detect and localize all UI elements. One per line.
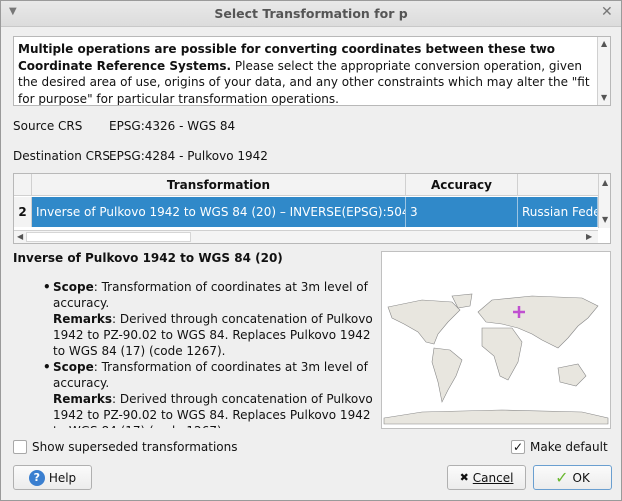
- ok-button[interactable]: ✓ OK: [533, 465, 612, 490]
- antarctica: [383, 409, 609, 425]
- title-bar: ▼ Select Transformation for p ✕: [1, 1, 621, 27]
- hscroll-handle[interactable]: [26, 232, 191, 242]
- dest-crs-label: Destination CRS: [13, 149, 111, 163]
- intro-textbox: Multiple operations are possible for con…: [13, 36, 611, 106]
- world-map: [383, 293, 609, 425]
- source-crs-label: Source CRS: [13, 119, 83, 133]
- make-default-checkbox[interactable]: ✓ Make default: [511, 440, 608, 454]
- scroll-left-icon[interactable]: ◀: [17, 232, 23, 241]
- africa: [481, 327, 523, 381]
- remarks-label: Remarks: [53, 392, 113, 406]
- details-item: Scope: Transformation of coordinates at …: [13, 359, 373, 428]
- show-superseded-label: Show superseded transformations: [32, 440, 238, 454]
- checkmark-icon: ✓: [555, 468, 569, 487]
- australia: [557, 363, 587, 387]
- help-label: Help: [48, 470, 77, 485]
- source-crs-value: EPSG:4326 - WGS 84: [109, 119, 236, 133]
- help-button[interactable]: ? Help: [13, 465, 92, 490]
- column-header-transformation[interactable]: Transformation: [32, 174, 406, 196]
- table-hscrollbar[interactable]: ◀ ▶: [14, 230, 598, 243]
- checkbox-unchecked[interactable]: [13, 440, 27, 454]
- intro-scrollbar[interactable]: ▲ ▼: [597, 37, 610, 105]
- scroll-right-icon[interactable]: ▶: [586, 232, 592, 241]
- cancel-button[interactable]: ✖ Cancel: [447, 465, 526, 490]
- scroll-up-icon[interactable]: ▲: [601, 39, 607, 48]
- help-icon: ?: [28, 469, 45, 486]
- cancel-label: Cancel: [472, 470, 514, 485]
- details-panel: Scope: Transformation of coordinates at …: [13, 271, 373, 428]
- cell-accuracy: 3: [406, 197, 518, 227]
- scope-label: Scope: [53, 360, 94, 374]
- show-superseded-checkbox[interactable]: Show superseded transformations: [13, 440, 237, 454]
- ok-label: OK: [572, 470, 590, 485]
- make-default-label: Make default: [530, 440, 608, 454]
- column-header-area[interactable]: [518, 174, 598, 196]
- area-of-use-map: [381, 251, 611, 429]
- scope-label: Scope: [53, 280, 94, 294]
- table-vscrollbar[interactable]: ▲ ▼: [598, 174, 610, 228]
- cancel-icon: ✖: [459, 471, 469, 484]
- dest-crs-value: EPSG:4284 - Pulkovo 1942: [109, 149, 268, 163]
- north-america: [387, 299, 461, 345]
- row-index: 2: [14, 197, 32, 227]
- remarks-label: Remarks: [53, 312, 113, 326]
- window-title: Select Transformation for p: [214, 6, 408, 21]
- table-row[interactable]: 2 Inverse of Pulkovo 1942 to WGS 84 (20)…: [14, 197, 598, 227]
- cell-area: Russian Fede: [518, 197, 598, 227]
- scope-text: : Transformation of coordinates at 3m le…: [53, 280, 368, 310]
- close-icon[interactable]: ✕: [601, 4, 613, 20]
- scope-text: : Transformation of coordinates at 3m le…: [53, 360, 368, 390]
- details-title: Inverse of Pulkovo 1942 to WGS 84 (20): [13, 251, 283, 265]
- corner-header: [14, 174, 32, 196]
- column-header-accuracy[interactable]: Accuracy (meters): [406, 174, 518, 214]
- checkmark-icon[interactable]: ✓: [511, 440, 525, 454]
- scroll-down-icon[interactable]: ▼: [602, 215, 608, 224]
- scroll-up-icon[interactable]: ▲: [602, 178, 608, 187]
- details-item: Scope: Transformation of coordinates at …: [13, 279, 373, 359]
- south-america: [431, 347, 463, 403]
- scroll-down-icon[interactable]: ▼: [601, 93, 607, 102]
- cell-transformation: Inverse of Pulkovo 1942 to WGS 84 (20) –…: [32, 197, 406, 227]
- transformations-table: Transformation Accuracy (meters) 2 Inver…: [13, 173, 611, 244]
